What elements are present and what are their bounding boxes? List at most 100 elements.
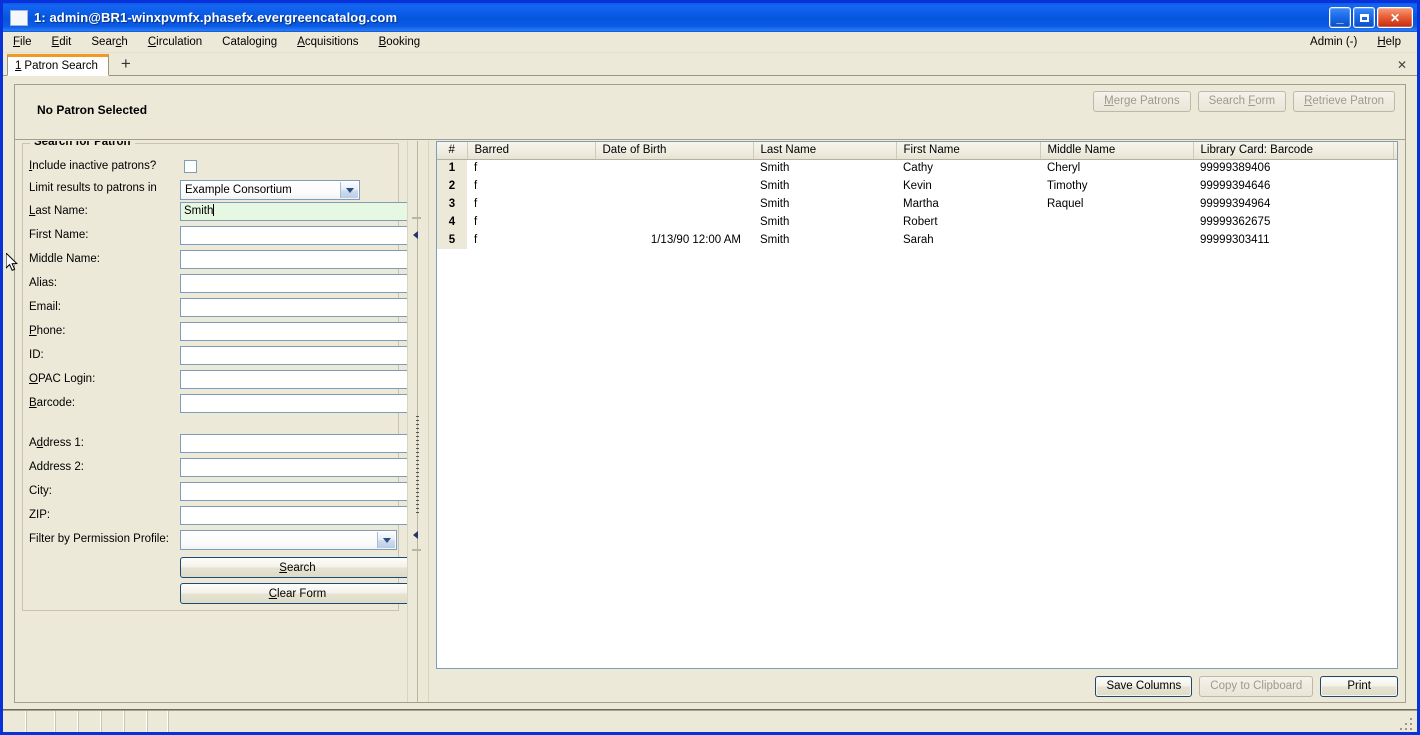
table-row[interactable]: 5 f 1/13/90 12:00 AM Smith Sarah 9999930… <box>437 231 1397 249</box>
row-number: 1 <box>437 159 467 177</box>
print-button[interactable]: Print <box>1320 676 1398 697</box>
table-row[interactable]: 2 f Smith Kevin Timothy 99999394646 <box>437 177 1397 195</box>
permission-profile-select[interactable] <box>180 530 397 550</box>
id-input[interactable] <box>180 346 407 365</box>
maximize-button[interactable] <box>1353 7 1375 28</box>
save-columns-button[interactable]: Save Columns <box>1095 676 1193 697</box>
menu-bar-right: Admin (-) Help <box>1300 34 1417 50</box>
permission-profile-label: Filter by Permission Profile: <box>29 533 169 545</box>
status-bar <box>3 709 1417 732</box>
column-picker-button[interactable] <box>1393 142 1397 160</box>
status-segment-5 <box>101 711 124 732</box>
address2-input[interactable] <box>180 458 407 477</box>
results-pane: # Barred Date of Birth Last Name First N… <box>428 141 1405 702</box>
tab-patron-search[interactable]: 1 Patron Search <box>7 54 109 76</box>
field-row-opac-login: OPAC Login: <box>29 373 95 385</box>
search-button[interactable]: Search <box>180 557 407 578</box>
last-name-value: Smith <box>184 205 214 217</box>
field-row-address2: Address 2: <box>29 461 84 473</box>
city-label: City: <box>29 485 52 497</box>
status-segment-6 <box>124 711 147 732</box>
row-spacer <box>1393 177 1397 195</box>
row-middle-name <box>1040 231 1193 249</box>
row-barred: f <box>467 177 595 195</box>
email-input[interactable] <box>180 298 407 317</box>
splitter-grip[interactable] <box>416 416 419 516</box>
results-footer-buttons: Save Columns Copy to Clipboard Print <box>1095 676 1398 697</box>
row-middle-name: Timothy <box>1040 177 1193 195</box>
menu-booking[interactable]: Booking <box>369 34 431 50</box>
col-header-barred[interactable]: Barred <box>467 142 596 160</box>
results-table-body: 1 f Smith Cathy Cheryl 99999389406 2 f S… <box>437 159 1397 249</box>
row-barcode: 99999389406 <box>1193 159 1393 177</box>
retrieve-patron-button[interactable]: Retrieve Patron <box>1293 91 1395 112</box>
title-bar: 1: admin@BR1-winxpvmfx.phasefx.evergreen… <box>3 3 1417 32</box>
collapse-left-arrow-icon[interactable] <box>413 231 418 239</box>
menu-file[interactable]: File <box>3 34 42 50</box>
address1-input[interactable] <box>180 434 407 453</box>
menu-circulation[interactable]: Circulation <box>138 34 212 50</box>
barcode-input[interactable] <box>180 394 407 413</box>
resize-grip[interactable] <box>1400 718 1416 732</box>
new-tab-button[interactable]: + <box>115 55 137 75</box>
include-inactive-checkbox[interactable] <box>184 160 197 173</box>
minimize-button[interactable]: _ <box>1329 7 1351 28</box>
collapse-left-arrow-icon-2[interactable] <box>413 531 418 539</box>
col-header-last-name[interactable]: Last Name <box>753 142 897 160</box>
patron-results-grid[interactable]: # Barred Date of Birth Last Name First N… <box>436 141 1398 669</box>
status-segment-2 <box>26 711 55 732</box>
pane-splitter[interactable] <box>407 141 429 702</box>
last-name-input[interactable]: Smith <box>180 202 407 221</box>
row-last-name: Smith <box>753 177 896 195</box>
text-caret <box>213 204 215 216</box>
window-title: 1: admin@BR1-winxpvmfx.phasefx.evergreen… <box>34 10 398 25</box>
opac-login-input[interactable] <box>180 370 407 389</box>
menu-cataloging[interactable]: Cataloging <box>212 34 287 50</box>
field-row-email: Email: <box>29 301 61 313</box>
city-input[interactable] <box>180 482 407 501</box>
table-row[interactable]: 4 f Smith Robert 99999362675 <box>437 213 1397 231</box>
field-row-city: City: <box>29 485 52 497</box>
col-header-number[interactable]: # <box>437 142 468 160</box>
menu-file-label: ile <box>20 36 32 48</box>
limit-results-select[interactable]: Example Consortium <box>180 180 360 200</box>
clear-form-button[interactable]: Clear Form <box>180 583 407 604</box>
menu-acquisitions[interactable]: Acquisitions <box>287 34 368 50</box>
patron-status-label: No Patron Selected <box>37 103 148 117</box>
last-name-label: Last Name: <box>29 205 88 217</box>
close-button[interactable]: ✕ <box>1377 7 1413 28</box>
clear-form-button-label: Clear Form <box>268 587 327 600</box>
col-header-middle-name[interactable]: Middle Name <box>1040 142 1194 160</box>
content-area: No Patron Selected Merge Patrons Search … <box>3 76 1417 709</box>
search-form-button[interactable]: Search Form <box>1197 91 1287 112</box>
first-name-input[interactable] <box>180 226 407 245</box>
copy-to-clipboard-button[interactable]: Copy to Clipboard <box>1199 676 1314 697</box>
menu-edit[interactable]: Edit <box>42 34 82 50</box>
col-header-first-name[interactable]: First Name <box>896 142 1041 160</box>
zip-input[interactable] <box>180 506 407 525</box>
table-row[interactable]: 3 f Smith Martha Raquel 99999394964 <box>437 195 1397 213</box>
chevron-down-icon <box>377 532 395 548</box>
phone-input[interactable] <box>180 322 407 341</box>
menu-search[interactable]: Search <box>81 34 137 50</box>
merge-patrons-button[interactable]: Merge Patrons <box>1093 91 1191 112</box>
tab-bar: 1 Patron Search + ✕ <box>3 53 1417 76</box>
menu-help[interactable]: Help <box>1367 34 1411 50</box>
id-label: ID: <box>29 349 44 361</box>
field-row-barcode: Barcode: <box>29 397 75 409</box>
menu-admin[interactable]: Admin (-) <box>1300 34 1367 50</box>
results-table-header: # Barred Date of Birth Last Name First N… <box>437 142 1397 160</box>
col-header-dob[interactable]: Date of Birth <box>595 142 754 160</box>
middle-name-input[interactable] <box>180 250 407 269</box>
window-icon <box>10 9 28 26</box>
row-first-name: Martha <box>896 195 1040 213</box>
row-dob <box>595 213 753 231</box>
alias-input[interactable] <box>180 274 407 293</box>
field-row-middle-name: Middle Name: <box>29 253 100 265</box>
table-row[interactable]: 1 f Smith Cathy Cheryl 99999389406 <box>437 159 1397 177</box>
window-controls: _ ✕ <box>1329 7 1413 28</box>
row-barred: f <box>467 213 595 231</box>
close-tab-button[interactable]: ✕ <box>1397 58 1407 75</box>
col-header-library-card[interactable]: Library Card: Barcode <box>1193 142 1394 160</box>
field-row-zip: ZIP: <box>29 509 50 521</box>
